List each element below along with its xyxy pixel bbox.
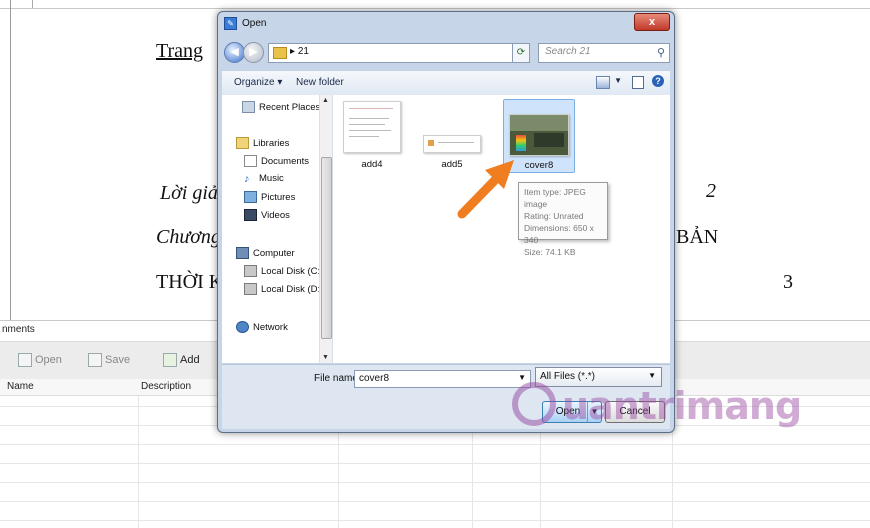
command-bar: Organize ▾ New folder ▼ ? [222,70,670,96]
view-dropdown-icon[interactable]: ▼ [614,76,622,85]
doc-heading: Trang [156,40,204,62]
app-icon: ✎ [224,17,237,30]
panel-save-label: Save [105,354,131,366]
panel-open-button[interactable]: Open [18,353,62,367]
preview-pane-icon[interactable] [632,76,644,89]
grid-row [0,444,870,445]
file-list: add4 add5 cover8 [333,95,670,363]
doc-line-2: Chương [156,226,221,248]
view-icon[interactable] [596,76,610,89]
nav-recent-places[interactable]: Recent Places [242,101,320,113]
file-item-add5[interactable]: add5 [417,101,487,171]
help-icon[interactable]: ? [652,75,664,87]
dialog-titlebar: ✎ Open [224,17,266,30]
file-name: cover8 [524,160,554,171]
open-dropdown-button[interactable]: ▼ [587,401,602,423]
forward-button[interactable]: ▶ [243,42,264,63]
address-bar[interactable]: ▸ 21 ▼ [268,43,530,63]
search-input[interactable]: Search 21 ⚲ [538,43,670,63]
cancel-button[interactable]: Cancel [605,401,665,423]
drive-c-icon [244,265,257,277]
nav-music[interactable]: ♪ Music [244,173,284,184]
open-icon [18,353,32,367]
panel-title: nments [2,324,35,335]
file-thumbnail [343,101,401,153]
ruler-marker [0,0,33,8]
scroll-up-icon[interactable]: ▲ [322,97,329,104]
tooltip-item-type: Item type: JPEG image [524,187,586,209]
folder-icon [273,47,287,59]
column-description[interactable]: Description [141,381,191,392]
doc-line-1: Lời giả [160,182,218,204]
scroll-down-icon[interactable]: ▼ [322,354,329,361]
network-icon [236,321,249,333]
pictures-icon [244,191,257,203]
page-margin-line [10,0,11,320]
doc-right-text: BẢN [676,226,719,248]
grid-row [0,520,870,521]
file-tooltip: Item type: JPEG image Rating: Unrated Di… [518,182,608,257]
doc-page-number-1: 2 [706,180,716,202]
doc-page-number-2: 3 [783,271,793,293]
new-folder-button[interactable]: New folder [296,77,344,88]
panel-open-label: Open [35,354,62,366]
navigation-pane: Recent Places Libraries Documents ♪ Musi… [222,95,333,363]
file-type-select[interactable]: All Files (*.*) ▼ [535,367,662,387]
scroll-thumb[interactable] [321,157,332,339]
tooltip-size: Size: 74.1 KB [524,247,576,257]
file-thumbnail [423,135,481,153]
panel-save-button[interactable]: Save [88,353,130,367]
back-button[interactable]: ◀ [224,42,245,63]
file-item-cover8[interactable]: cover8 [503,99,575,173]
nav-scrollbar[interactable]: ▲ ▼ [319,95,332,363]
nav-documents[interactable]: Documents [244,155,309,167]
nav-local-disk-d[interactable]: Local Disk (D:) [244,283,323,295]
address-row: ◀ ▶ ▸ 21 ▼ ⟳ Search 21 ⚲ [222,40,670,64]
videos-icon [244,209,257,221]
drive-d-icon [244,283,257,295]
save-icon [88,353,102,367]
open-dialog: ✎ Open x ◀ ▶ ▸ 21 ▼ ⟳ Search 21 ⚲ Organi… [217,11,675,433]
panel-add-label: Add [180,354,200,366]
music-icon: ♪ [244,172,250,185]
chevron-down-icon[interactable]: ▼ [648,371,656,380]
nav-network[interactable]: Network [236,321,288,333]
nav-computer[interactable]: Computer [236,247,295,259]
file-name: add4 [361,159,383,170]
documents-icon [244,155,257,167]
organize-menu[interactable]: Organize ▾ [234,77,282,88]
panel-add-button[interactable]: Add [163,353,200,367]
dialog-footer: File name: cover8 ▼ All Files (*.*) ▼ Op… [222,364,670,429]
nav-pictures[interactable]: Pictures [244,191,295,203]
breadcrumb[interactable]: ▸ 21 [290,46,309,57]
computer-icon [236,247,249,259]
libraries-icon [236,137,249,149]
column-name[interactable]: Name [7,381,34,392]
grid-row [0,463,870,464]
ruler-line [0,8,870,9]
grid-row [0,501,870,502]
recent-places-icon [242,101,255,113]
dialog-title: Open [242,18,267,29]
nav-libraries[interactable]: Libraries [236,137,289,149]
file-thumbnail [509,114,569,156]
tooltip-dimensions: Dimensions: 650 x 340 [524,223,594,245]
file-item-add4[interactable]: add4 [337,101,407,171]
file-name: add5 [441,159,463,170]
nav-local-disk-c[interactable]: Local Disk (C:) [244,265,323,277]
file-name-field[interactable]: cover8 ▼ [354,370,531,388]
chevron-down-icon[interactable]: ▼ [518,373,526,382]
grid-row [0,482,870,483]
doc-line-3: THỜI K [156,271,224,293]
grid-divider [138,396,139,528]
tooltip-rating: Rating: Unrated [524,211,584,221]
refresh-button[interactable]: ⟳ [512,43,530,63]
nav-videos[interactable]: Videos [244,209,290,221]
add-icon [163,353,177,367]
close-button[interactable]: x [634,13,670,31]
search-icon: ⚲ [656,47,665,59]
